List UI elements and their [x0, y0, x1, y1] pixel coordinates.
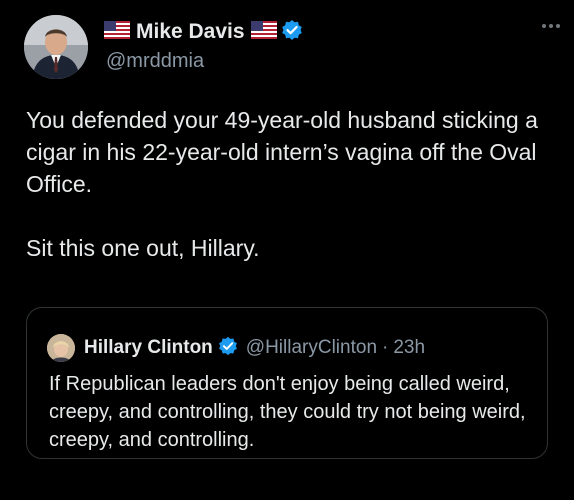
- more-options-icon[interactable]: [542, 24, 560, 28]
- more-dot: [556, 24, 560, 28]
- tweet-text: You defended your 49-year-old husband st…: [26, 104, 556, 264]
- tweet[interactable]: Mike Davis @mrddmia You defended your 49…: [0, 0, 574, 500]
- quoted-tweet-text: If Republican leaders don't enjoy being …: [49, 373, 526, 451]
- quoted-author-handle[interactable]: @HillaryClinton: [246, 337, 377, 359]
- quoted-tweet-timestamp[interactable]: 23h: [393, 337, 425, 359]
- author-display-name[interactable]: Mike Davis: [136, 20, 245, 44]
- more-dot: [549, 24, 553, 28]
- quoted-tweet[interactable]: Hillary Clinton @HillaryClinton · 23h If…: [26, 307, 548, 459]
- separator-dot: ·: [382, 337, 389, 358]
- verified-badge-icon[interactable]: [218, 336, 238, 361]
- more-dot: [542, 24, 546, 28]
- us-flag-icon: [250, 20, 277, 44]
- tweet-text-paragraph: You defended your 49-year-old husband st…: [26, 107, 538, 197]
- tweet-text-paragraph: Sit this one out, Hillary.: [26, 235, 260, 261]
- tweet-header: Mike Davis @mrddmia: [104, 18, 303, 73]
- quoted-author-avatar[interactable]: [47, 334, 75, 362]
- author-name-row[interactable]: Mike Davis: [104, 18, 303, 46]
- author-handle[interactable]: @mrddmia: [106, 50, 303, 73]
- us-flag-icon: [104, 20, 130, 44]
- quoted-author-display-name[interactable]: Hillary Clinton: [84, 337, 213, 359]
- verified-badge-icon[interactable]: [281, 19, 303, 46]
- quoted-tweet-header: Hillary Clinton @HillaryClinton · 23h: [47, 334, 425, 362]
- author-avatar[interactable]: [24, 15, 88, 79]
